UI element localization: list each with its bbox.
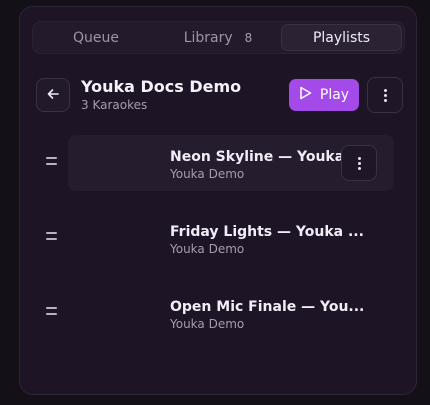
playlist-more-button[interactable] bbox=[367, 77, 403, 113]
drag-handle-icon[interactable] bbox=[46, 232, 57, 240]
play-icon bbox=[299, 86, 312, 104]
track-thumbnail bbox=[74, 216, 160, 260]
playlists-panel: Queue Library 8 Playlists Youka Docs Dem… bbox=[19, 6, 417, 395]
more-vertical-icon bbox=[357, 156, 361, 170]
drag-handle-icon[interactable] bbox=[46, 157, 57, 165]
tab-queue[interactable]: Queue bbox=[37, 24, 155, 51]
tab-library[interactable]: Library 8 bbox=[159, 24, 277, 51]
track-artist: Youka Demo bbox=[170, 242, 245, 256]
drag-handle-icon[interactable] bbox=[46, 307, 57, 315]
tab-playlists[interactable]: Playlists bbox=[281, 24, 402, 51]
track-artist: Youka Demo bbox=[170, 317, 245, 331]
play-button[interactable]: Play bbox=[289, 79, 359, 111]
list-item[interactable]: Open Mic Finale — You... Youka Demo bbox=[36, 285, 401, 341]
track-title: Friday Lights — Youka ... bbox=[170, 224, 364, 240]
track-artist: Youka Demo bbox=[170, 167, 245, 181]
library-count-badge: 8 bbox=[244, 30, 253, 45]
playlist-title: Youka Docs Demo bbox=[81, 77, 242, 96]
arrow-left-icon bbox=[46, 86, 60, 105]
track-thumbnail bbox=[74, 141, 160, 185]
tab-bar: Queue Library 8 Playlists bbox=[32, 21, 405, 54]
track-more-button[interactable] bbox=[341, 145, 377, 181]
list-item[interactable]: Friday Lights — Youka ... Youka Demo bbox=[36, 210, 401, 266]
track-title: Neon Skyline — Youka ... bbox=[170, 149, 366, 165]
list-item[interactable]: Neon Skyline — Youka ... Youka Demo bbox=[36, 135, 401, 191]
track-title: Open Mic Finale — You... bbox=[170, 299, 365, 315]
tab-playlists-label: Playlists bbox=[312, 29, 371, 46]
more-vertical-icon bbox=[383, 88, 387, 102]
playlist-karaoke-count: 3 Karaokes bbox=[81, 98, 148, 112]
tab-queue-label: Queue bbox=[73, 29, 119, 46]
back-button[interactable] bbox=[36, 78, 70, 112]
track-thumbnail bbox=[74, 291, 160, 335]
play-button-label: Play bbox=[319, 87, 350, 103]
tab-library-label: Library bbox=[183, 29, 233, 46]
